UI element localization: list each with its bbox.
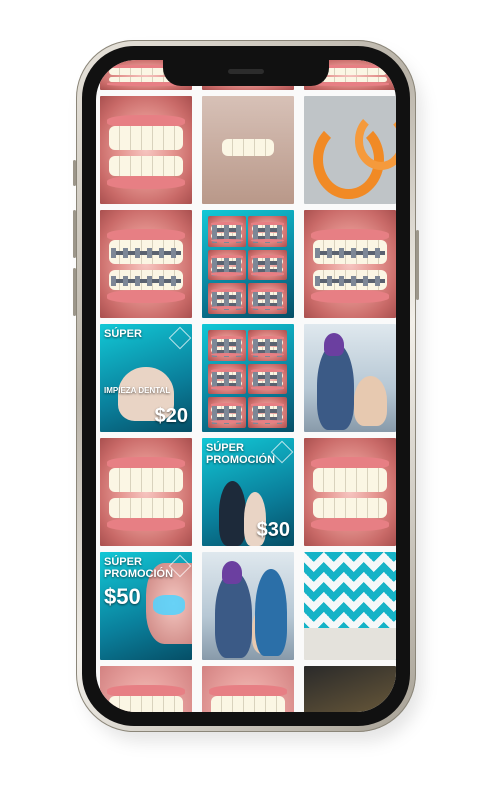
upper-braces (212, 258, 242, 269)
upper-teeth (109, 696, 183, 712)
collage-photo (207, 249, 247, 281)
collage-photo (207, 397, 247, 428)
feed-tile[interactable] (100, 96, 192, 204)
upper-braces (252, 224, 283, 235)
lower-gums (251, 272, 284, 276)
collage-photo (248, 283, 287, 314)
upper-braces (212, 338, 242, 349)
upper-braces (252, 405, 283, 416)
feed-tile[interactable] (100, 438, 192, 546)
lower-teeth (109, 498, 183, 518)
lower-gums (107, 517, 185, 531)
feed-tile[interactable] (304, 210, 396, 318)
feed-tile[interactable]: SÚPER IMPIEZA DENTAL $20 (100, 324, 192, 432)
upper-braces (212, 372, 242, 383)
feed-tile[interactable] (202, 666, 294, 712)
lower-gums (210, 272, 244, 276)
feed-tile[interactable] (100, 666, 192, 712)
feed-tile[interactable] (202, 552, 294, 660)
phone-frame: SÚPER IMPIEZA DENTAL $20 SÚPER PROMOCIÓN $30… (73, 40, 419, 732)
upper-braces (212, 224, 242, 235)
upper-braces (252, 338, 283, 349)
upper-braces (315, 248, 385, 259)
volume-down-button (73, 268, 76, 316)
phone-screen[interactable]: SÚPER IMPIEZA DENTAL $20 SÚPER PROMOCIÓN $30… (96, 60, 396, 712)
feed-tile[interactable] (304, 438, 396, 546)
feed-tile[interactable] (100, 210, 192, 318)
photo-grid: SÚPER IMPIEZA DENTAL $20 SÚPER PROMOCIÓN $30… (96, 60, 396, 712)
collage-photo (207, 216, 247, 247)
lower-braces (111, 276, 181, 287)
promo-subtitle: IMPIEZA DENTAL (104, 386, 171, 395)
phone-bezel: SÚPER IMPIEZA DENTAL $20 SÚPER PROMOCIÓN $30… (82, 46, 410, 726)
upper-braces (111, 248, 181, 259)
mute-switch (73, 160, 76, 186)
power-button (416, 230, 419, 300)
patient (353, 375, 387, 426)
speaker-grille (228, 69, 264, 74)
teeth (222, 139, 274, 157)
price-label: $50 (104, 584, 141, 609)
whitening-tray (153, 595, 185, 615)
lower-gums (311, 289, 389, 303)
father (218, 481, 247, 546)
price-label: $30 (256, 519, 290, 541)
lower-gums (107, 175, 185, 189)
upper-teeth (313, 468, 387, 492)
feed-tile[interactable] (304, 96, 396, 204)
lower-gums (107, 289, 185, 303)
lower-gums (251, 386, 284, 390)
feed-tile[interactable] (202, 210, 294, 318)
upper-braces (252, 258, 283, 269)
feed-tile[interactable]: SÚPER PROMOCIÓN $30 (202, 438, 294, 546)
lower-gums (311, 517, 389, 531)
collage-photo (248, 330, 287, 361)
assistant (255, 569, 287, 656)
collage-photo (248, 249, 287, 281)
volume-up-button (73, 210, 76, 258)
feed-tile[interactable] (304, 324, 396, 432)
collage-photo (207, 330, 247, 361)
collage-photo (248, 363, 287, 395)
notch (163, 60, 329, 86)
lower-gums (311, 82, 389, 86)
price-label: $20 (154, 405, 188, 427)
feed-tile[interactable] (202, 96, 294, 204)
collage-photo (207, 283, 247, 314)
feed-tile[interactable]: Feliz Año (304, 666, 396, 712)
promo-title: SÚPER PROMOCIÓN (104, 556, 174, 581)
lower-teeth (313, 498, 387, 518)
upper-braces (252, 291, 283, 302)
feed-tile[interactable] (202, 324, 294, 432)
collage-photo (248, 216, 287, 247)
upper-teeth (211, 696, 285, 712)
reception-desk (304, 627, 396, 660)
upper-teeth (109, 126, 183, 150)
lower-gums (210, 386, 244, 390)
upper-braces (252, 372, 283, 383)
upper-braces (212, 405, 242, 416)
upper-teeth (109, 468, 183, 492)
collage-photo (248, 397, 287, 428)
promo-title: SÚPER PROMOCIÓN (206, 442, 276, 467)
feed-tile[interactable] (304, 552, 396, 660)
lower-braces (315, 276, 385, 287)
upper-braces (212, 291, 242, 302)
promo-title: SÚPER (104, 328, 142, 340)
feed-tile[interactable]: SÚPER PROMOCIÓN $50 (100, 552, 192, 660)
surgical-cap (324, 332, 345, 357)
background (304, 666, 396, 712)
lower-teeth (109, 156, 183, 176)
collage-photo (207, 363, 247, 395)
dentist (316, 343, 354, 430)
surgical-cap (222, 560, 243, 585)
dentist (214, 571, 252, 658)
